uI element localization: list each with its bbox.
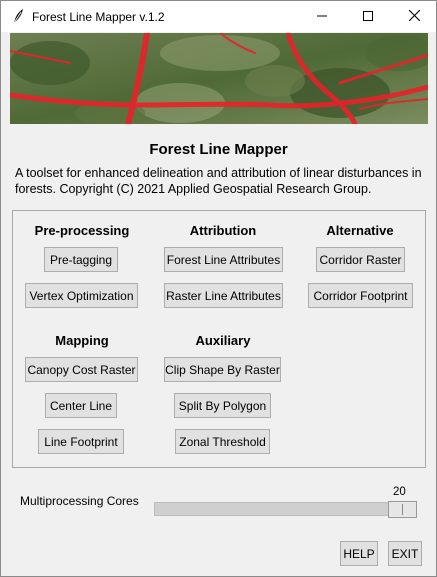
center-line-button[interactable]: Center Line [45,393,117,418]
zonal-threshold-button[interactable]: Zonal Threshold [175,429,270,454]
app-heading: Forest Line Mapper [149,141,288,158]
window-title: Forest Line Mapper v.1.2 [32,10,165,24]
close-icon [408,9,420,24]
slider-handle[interactable] [388,501,417,518]
title-bar[interactable]: Forest Line Mapper v.1.2 [1,1,436,32]
satellite-banner-image [10,33,428,124]
maximize-icon [363,10,373,24]
multiprocessing-cores-slider[interactable] [154,502,417,516]
feather-icon [10,8,26,24]
close-button[interactable] [391,1,437,32]
exit-button[interactable]: EXIT [388,541,422,566]
raster-line-attributes-button[interactable]: Raster Line Attributes [164,283,283,308]
attribution-heading: Attribution [189,223,257,238]
mapping-heading: Mapping [55,333,109,348]
forest-line-attributes-button[interactable]: Forest Line Attributes [164,247,283,272]
alternative-heading: Alternative [326,223,394,238]
clip-shape-by-raster-button[interactable]: Clip Shape By Raster [164,357,281,382]
corridor-raster-button[interactable]: Corridor Raster [316,247,405,272]
preprocessing-heading: Pre-processing [34,223,130,238]
auxiliary-heading: Auxiliary [195,333,251,348]
app-window: Forest Line Mapper v.1.2 Forest Line Map… [0,0,437,577]
maximize-button[interactable] [345,1,391,32]
multiprocessing-cores-value: 20 [393,486,406,498]
multiprocessing-cores-label: Multiprocessing Cores [20,494,139,508]
vertex-optimization-button[interactable]: Vertex Optimization [25,283,138,308]
split-by-polygon-button[interactable]: Split By Polygon [174,393,271,418]
pre-tagging-button[interactable]: Pre-tagging [44,247,118,272]
help-button[interactable]: HELP [340,541,378,566]
corridor-footprint-button[interactable]: Corridor Footprint [308,283,413,308]
app-description: A toolset for enhanced delineation and a… [15,166,422,196]
line-footprint-button[interactable]: Line Footprint [38,429,124,454]
minimize-button[interactable] [299,1,345,32]
canopy-cost-raster-button[interactable]: Canopy Cost Raster [25,357,138,382]
minimize-icon [317,10,327,24]
